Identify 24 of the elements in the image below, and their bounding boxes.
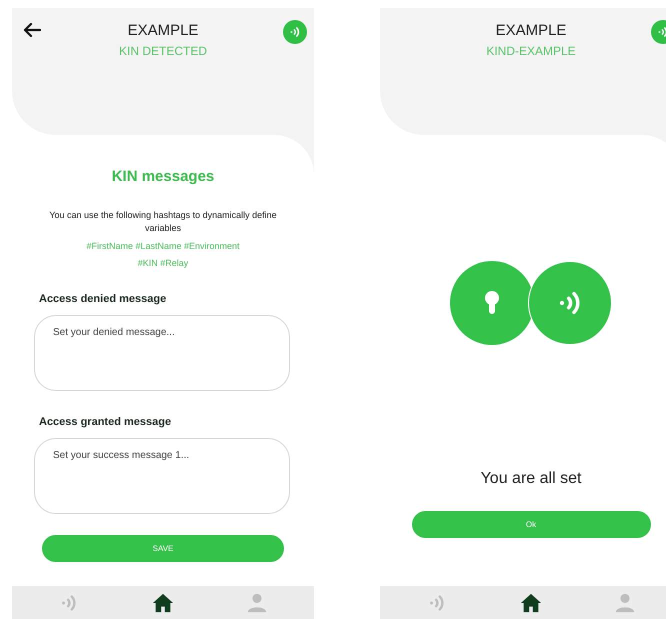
message-field[interactable]: Set your denied message... — [34, 315, 290, 391]
save-button[interactable]: SAVE — [42, 535, 284, 562]
nfc-status-button[interactable] — [283, 20, 307, 44]
success-message: You are all set — [480, 469, 582, 489]
back-arrow-icon — [23, 22, 41, 38]
signal-icon — [656, 25, 666, 39]
home-icon — [520, 592, 542, 614]
back-button[interactable] — [22, 20, 42, 40]
keyhole-icon — [484, 291, 500, 315]
user-icon — [614, 592, 636, 614]
hashtag-list: #FirstName #LastName #Environment #KIN #Relay — [77, 238, 249, 272]
signal-icon — [288, 25, 302, 39]
header-title: EXAMPLE — [496, 22, 566, 40]
header-subtitle: KIND-EXAMPLE — [486, 43, 576, 59]
hashtag-instructions: You can use the following hashtags to dynamically define variables — [48, 209, 278, 235]
field-label: Access granted message — [38, 415, 172, 429]
ok-button[interactable]: Ok — [412, 511, 650, 538]
user-icon — [246, 592, 268, 614]
header-title: EXAMPLE — [128, 22, 198, 40]
section-heading: KIN messages — [112, 167, 214, 187]
home-icon — [152, 592, 174, 614]
header-subtitle: KIN DETECTED — [118, 43, 207, 59]
field-label: Access denied message — [38, 292, 168, 306]
message-field[interactable]: Set your success message 1... — [34, 438, 290, 514]
